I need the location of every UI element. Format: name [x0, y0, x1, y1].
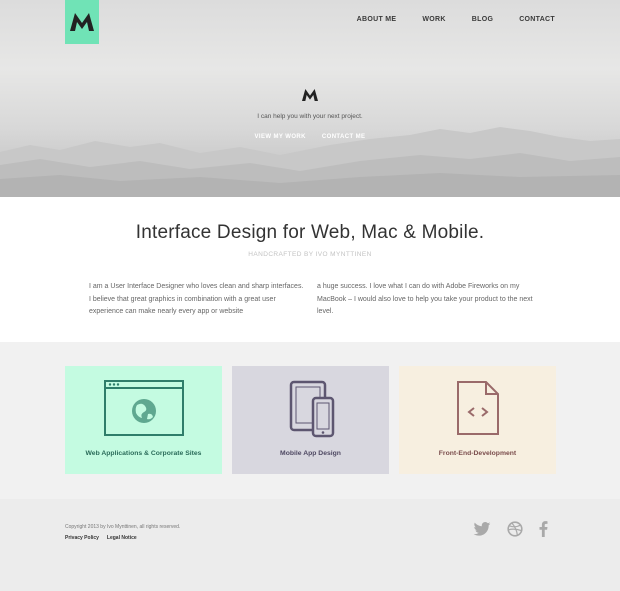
tablet-phone-icon: [289, 380, 334, 438]
browser-globe-icon: [103, 380, 184, 436]
nav-work[interactable]: WORK: [422, 16, 445, 23]
mountains-image: [0, 127, 620, 197]
footer-links: Privacy Policy Legal Notice: [65, 535, 137, 541]
intro-title: Interface Design for Web, Mac & Mobile.: [135, 222, 485, 243]
dribbble-icon[interactable]: [507, 521, 523, 537]
service-label-web: Web Applications & Corporate Sites: [85, 450, 202, 457]
hero-links: VIEW MY WORK CONTACT ME: [0, 134, 620, 140]
service-card-web[interactable]: Web Applications & Corporate Sites: [65, 366, 222, 474]
contact-me-link[interactable]: CONTACT ME: [322, 134, 366, 140]
nav-about-me[interactable]: ABOUT ME: [357, 16, 397, 23]
privacy-policy-link[interactable]: Privacy Policy: [65, 535, 99, 541]
services-section: Web Applications & Corporate Sites Mobil…: [0, 342, 620, 499]
hero: ABOUT ME WORK BLOG CONTACT I can help yo…: [0, 0, 620, 197]
intro-text-column-1: I am a User Interface Designer who loves…: [89, 283, 304, 315]
nav-contact[interactable]: CONTACT: [519, 16, 555, 23]
intro-text-column-2: a huge success. I love what I can do wit…: [317, 283, 533, 315]
service-label-mobile: Mobile App Design: [280, 450, 341, 457]
service-card-frontend[interactable]: Front-End-Development: [399, 366, 556, 474]
logo[interactable]: [65, 0, 99, 44]
view-my-work-link[interactable]: VIEW MY WORK: [255, 134, 306, 140]
main-nav: ABOUT ME WORK BLOG CONTACT: [357, 16, 555, 23]
copyright-text: Copyright 2013 by Ivo Mynttinen, all rig…: [65, 524, 181, 530]
hero-logo-icon: [302, 89, 318, 101]
legal-notice-link[interactable]: Legal Notice: [107, 535, 137, 541]
logo-icon: [70, 13, 94, 31]
social-links: [473, 521, 548, 537]
code-file-icon: [456, 381, 499, 435]
intro-section: Interface Design for Web, Mac & Mobile. …: [0, 197, 620, 342]
twitter-icon[interactable]: [473, 522, 491, 536]
intro-subtitle: HANDCRAFTED BY IVO MYNTTINEN: [248, 251, 372, 258]
hero-tagline: I can help you with your next project.: [257, 113, 363, 120]
nav-blog[interactable]: BLOG: [472, 16, 493, 23]
footer: Copyright 2013 by Ivo Mynttinen, all rig…: [0, 499, 620, 591]
service-card-mobile[interactable]: Mobile App Design: [232, 366, 389, 474]
service-label-frontend: Front-End-Development: [438, 450, 517, 457]
facebook-icon[interactable]: [539, 521, 548, 537]
